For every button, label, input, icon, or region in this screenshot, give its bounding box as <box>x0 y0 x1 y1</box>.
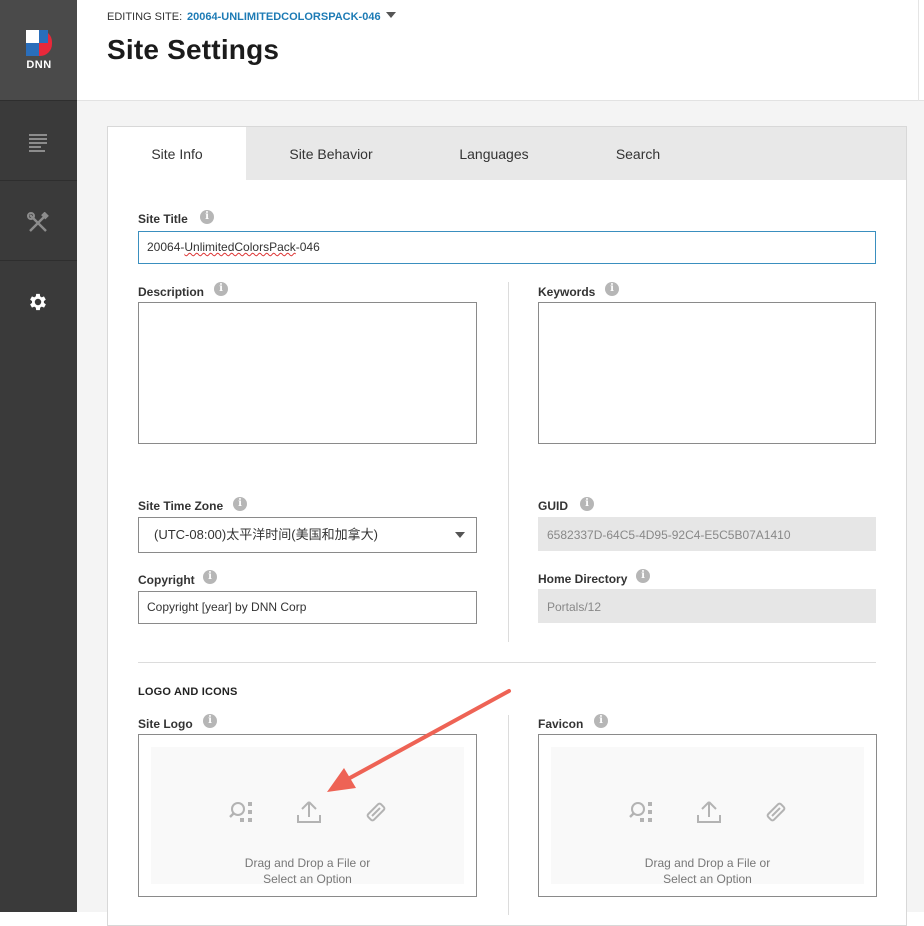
site-title-value-prefix: 20064- <box>147 240 185 254</box>
link-icon[interactable] <box>763 799 789 825</box>
time-zone-value: (UTC-08:00)太平洋时间(美国和加拿大) <box>154 527 378 542</box>
description-label: Description <box>138 285 205 299</box>
guid-field: 6582337D-64C5-4D95-92C4-E5C5B07A1410 <box>538 517 876 551</box>
page-header: EDITING SITE: 20064-UNLIMITEDCOLORSPACK-… <box>77 0 924 101</box>
dropzone-line2: Select an Option <box>663 872 752 886</box>
favicon-dropzone-text: Drag and Drop a File or Select an Option <box>551 855 864 887</box>
tab-languages[interactable]: Languages <box>424 127 564 180</box>
site-title-input[interactable]: 20064-UnlimitedColorsPack-046 <box>138 231 876 264</box>
site-logo-label: Site Logo <box>138 717 193 731</box>
info-icon[interactable]: i <box>214 282 228 296</box>
browse-files-icon[interactable] <box>629 799 655 825</box>
tab-site-info[interactable]: Site Info <box>108 127 246 180</box>
info-icon[interactable]: i <box>203 714 217 728</box>
site-logo-dropzone[interactable]: Drag and Drop a File or Select an Option <box>138 734 477 897</box>
settings-panel: Site Info Site Behavior Languages Search… <box>107 126 907 926</box>
column-divider <box>508 715 509 915</box>
dnn-logo-icon <box>26 30 52 56</box>
page-title: Site Settings <box>107 34 280 65</box>
chevron-down-icon[interactable] <box>386 12 396 18</box>
editing-site-selector[interactable]: 20064-UNLIMITEDCOLORSPACK-046 <box>187 11 381 23</box>
copyright-input[interactable]: Copyright [year] by DNN Corp <box>138 591 477 624</box>
tab-bar: Site Info Site Behavior Languages Search <box>108 127 906 180</box>
browse-files-icon[interactable] <box>229 799 255 825</box>
tab-search[interactable]: Search <box>578 127 698 180</box>
copyright-label: Copyright <box>138 573 195 587</box>
info-icon[interactable]: i <box>636 569 650 583</box>
sidebar: DNN <box>0 0 77 912</box>
sidebar-item-content[interactable] <box>0 100 77 180</box>
upload-icon[interactable] <box>696 799 722 825</box>
upload-icon[interactable] <box>296 799 322 825</box>
gear-icon <box>30 293 46 311</box>
home-directory-label: Home Directory <box>538 572 628 586</box>
keywords-label: Keywords <box>538 285 596 299</box>
site-logo-dropzone-area: Drag and Drop a File or Select an Option <box>151 747 464 887</box>
dnn-logo[interactable]: DNN <box>0 0 77 100</box>
site-title-value-misspelled: UnlimitedColorsPack <box>184 240 296 254</box>
info-icon[interactable]: i <box>233 497 247 511</box>
info-icon[interactable]: i <box>200 210 214 224</box>
dropzone-line1: Drag and Drop a File or <box>644 856 771 870</box>
info-icon[interactable]: i <box>580 497 594 511</box>
info-icon[interactable]: i <box>203 570 217 584</box>
description-textarea[interactable] <box>138 302 477 444</box>
guid-label: GUID <box>538 499 568 513</box>
link-icon[interactable] <box>363 799 389 825</box>
logo-section-title: LOGO AND ICONS <box>138 686 238 698</box>
home-directory-field: Portals/12 <box>538 589 876 623</box>
time-zone-select[interactable]: (UTC-08:00)太平洋时间(美国和加拿大) <box>138 517 477 553</box>
section-divider <box>138 662 876 663</box>
keywords-textarea[interactable] <box>538 302 876 444</box>
logo-text: DNN <box>26 59 52 71</box>
dropzone-line1: Drag and Drop a File or <box>244 856 371 870</box>
site-title-label: Site Title <box>138 212 188 226</box>
column-divider <box>508 282 509 642</box>
chevron-down-icon <box>455 532 465 538</box>
tools-icon <box>27 212 49 232</box>
time-zone-label: Site Time Zone <box>138 499 224 513</box>
dropzone-line2: Select an Option <box>263 872 352 886</box>
favicon-dropzone-area: Drag and Drop a File or Select an Option <box>551 747 864 887</box>
document-list-icon <box>29 134 47 152</box>
site-logo-dropzone-text: Drag and Drop a File or Select an Option <box>151 855 464 887</box>
favicon-dropzone[interactable]: Drag and Drop a File or Select an Option <box>538 734 877 897</box>
header-scroll-edge <box>918 0 924 101</box>
sidebar-item-tools[interactable] <box>0 180 77 260</box>
editing-site-label: EDITING SITE: <box>107 11 183 23</box>
tab-site-behavior[interactable]: Site Behavior <box>258 127 404 180</box>
site-title-value-suffix: -046 <box>295 240 320 254</box>
favicon-label: Favicon <box>538 717 584 731</box>
info-icon[interactable]: i <box>605 282 619 296</box>
info-icon[interactable]: i <box>594 714 608 728</box>
sidebar-item-settings[interactable] <box>0 260 77 340</box>
